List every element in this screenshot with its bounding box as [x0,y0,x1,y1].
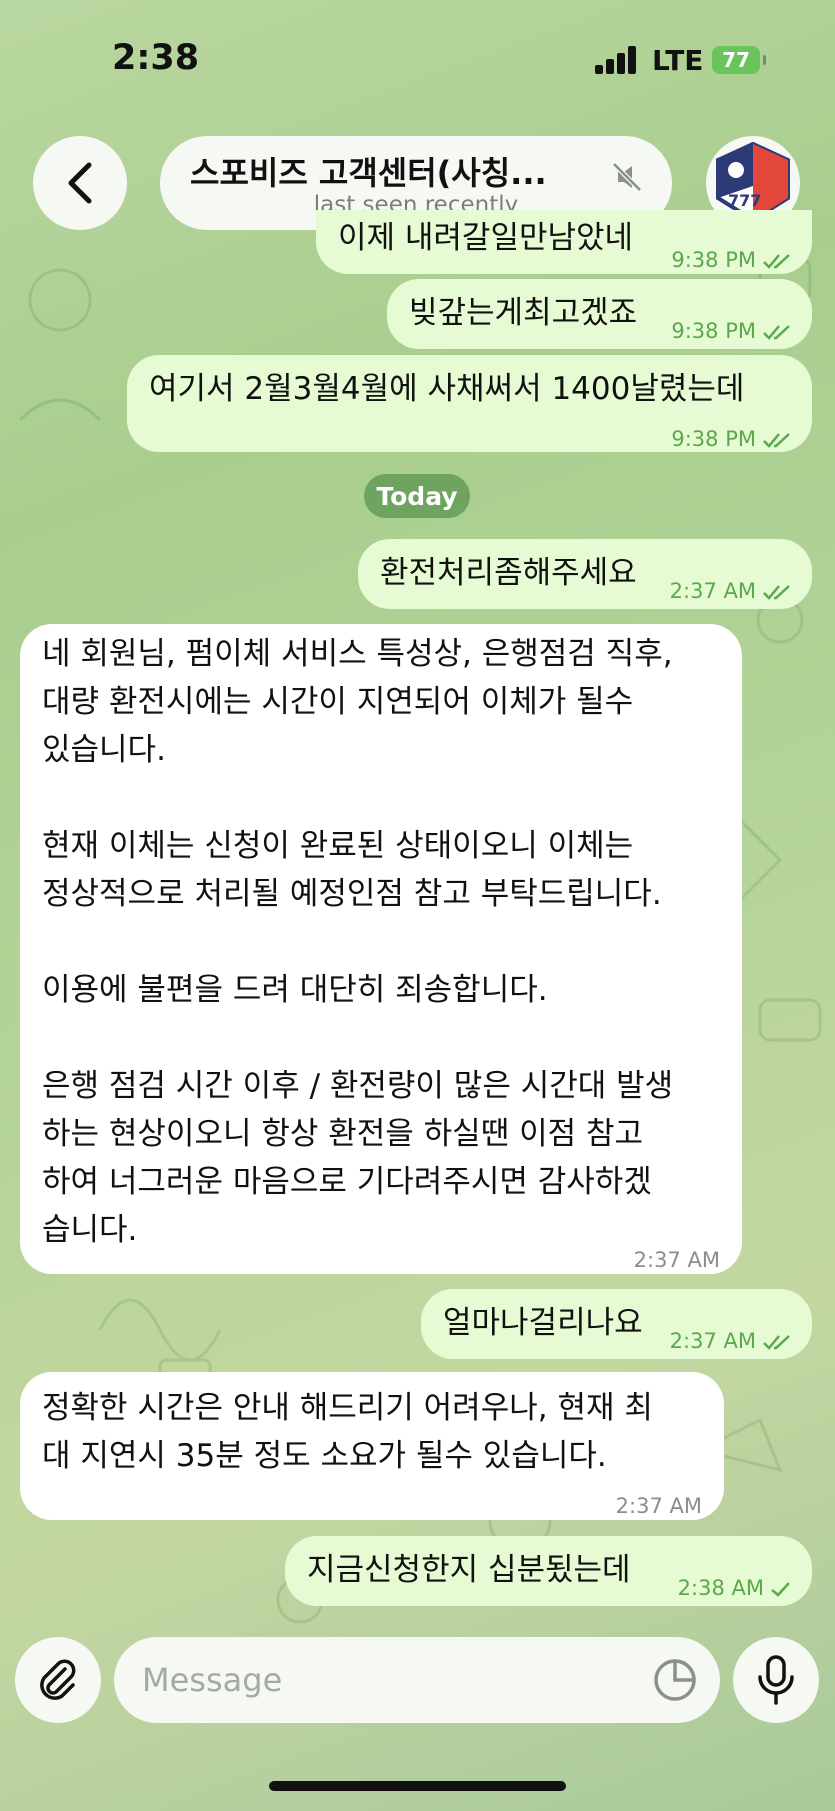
message-text: 얼마나걸리나요 [443,1305,643,1341]
date-separator: Today [364,474,470,518]
message-meta: 9:38 PM [671,236,792,284]
sticker-icon[interactable] [652,1657,698,1703]
double-check-icon [763,1335,790,1350]
message-bubble-outgoing[interactable]: 빚갚는게최고겠죠 9:38 PM [387,279,812,349]
attach-button[interactable] [15,1637,101,1723]
message-bubble-outgoing[interactable]: 환전처리좀해주세요 2:37 AM [358,539,812,609]
message-time: 9:38 PM [671,319,756,343]
mute-icon [612,162,642,192]
network-label: LTE [652,44,704,77]
signal-icon [595,46,637,74]
message-meta: 2:37 AM [670,1317,792,1365]
message-bubble-outgoing[interactable]: 여기서 2월3월4월에 사채써서 1400날렸는데 9:38 PM [127,355,812,452]
chevron-left-icon [68,162,92,204]
message-meta: 9:38 PM [671,307,792,355]
message-text: 여기서 2월3월4월에 사채써서 1400날렸는데 [149,371,745,407]
microphone-button[interactable] [733,1637,819,1723]
message-text: 정확한 시간은 안내 해드리기 어려우나, 현재 최 대 지연시 35분 정도 … [42,1390,653,1474]
message-time: 2:37 AM [669,1329,756,1353]
message-time: 9:38 PM [671,248,756,272]
message-meta: 2:38 AM [678,1564,792,1612]
message-bubble-incoming[interactable]: 네 회원님, 펌이체 서비스 특성상, 은행점검 직후, 대량 환전시에는 시간… [20,624,742,1274]
message-time: 2:37 AM [615,1494,702,1518]
message-input[interactable] [114,1637,720,1723]
back-button[interactable] [33,136,127,230]
double-check-icon [763,585,790,600]
message-time: 9:38 PM [671,427,756,451]
paperclip-icon [40,1659,76,1700]
message-bubble-outgoing[interactable]: 이제 내려갈일만남았네 9:38 PM [316,210,812,274]
microphone-icon [758,1655,794,1705]
message-text: 이제 내려갈일만남았네 [338,220,634,256]
message-time: 2:37 AM [669,579,756,603]
message-bubble-incoming[interactable]: 정확한 시간은 안내 해드리기 어려우나, 현재 최 대 지연시 35분 정도 … [20,1372,724,1520]
single-check-icon [771,1582,790,1597]
message-meta: 9:38 PM [671,415,792,463]
message-time: 2:37 AM [633,1248,720,1272]
svg-text:777: 777 [728,191,761,210]
battery-icon: 77 [712,46,766,74]
message-text: 네 회원님, 펌이체 서비스 특성상, 은행점검 직후, 대량 환전시에는 시간… [42,636,674,1248]
home-indicator [269,1781,566,1791]
status-time: 2:38 [112,38,200,78]
double-check-icon [763,325,790,340]
double-check-icon [763,433,790,448]
double-check-icon [763,254,790,269]
message-time: 2:38 AM [677,1576,764,1600]
battery-level: 77 [722,48,750,72]
message-bubble-outgoing[interactable]: 지금신청한지 십분됬는데 2:38 AM [285,1536,812,1606]
message-meta: 2:37 AM [670,567,792,615]
message-bubble-outgoing[interactable]: 얼마나걸리나요 2:37 AM [421,1289,812,1359]
message-text: 빚갚는게최고겠죠 [409,295,638,331]
message-text: 환전처리좀해주세요 [380,555,637,591]
chat-title: 스포비즈 고객센터(사칭... [190,154,547,192]
message-text: 지금신청한지 십분됬는데 [307,1552,631,1588]
